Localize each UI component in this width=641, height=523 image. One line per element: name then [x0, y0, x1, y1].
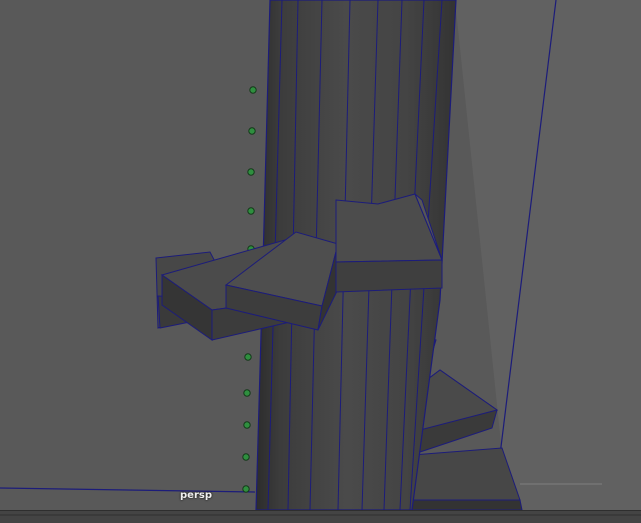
step-mesh[interactable]	[411, 447, 521, 501]
step-side-face	[335, 259, 443, 293]
step-side-face	[411, 499, 523, 510]
pivot-marker[interactable]	[248, 127, 256, 135]
pivot-marker[interactable]	[249, 86, 257, 94]
camera-name-label: persp	[180, 490, 212, 501]
pivot-marker[interactable]	[243, 421, 251, 429]
pivot-marker[interactable]	[247, 168, 255, 176]
maya-perspective-viewport[interactable]: persp	[0, 0, 641, 510]
pivot-marker[interactable]	[242, 485, 250, 493]
viewport-bottom-bar	[0, 510, 641, 523]
scene-canvas[interactable]	[0, 0, 641, 510]
pivot-marker[interactable]	[242, 453, 250, 461]
bottom-bar-groove	[0, 514, 641, 516]
pivot-marker[interactable]	[244, 353, 252, 361]
pivot-marker[interactable]	[243, 389, 251, 397]
pivot-marker[interactable]	[247, 207, 255, 215]
